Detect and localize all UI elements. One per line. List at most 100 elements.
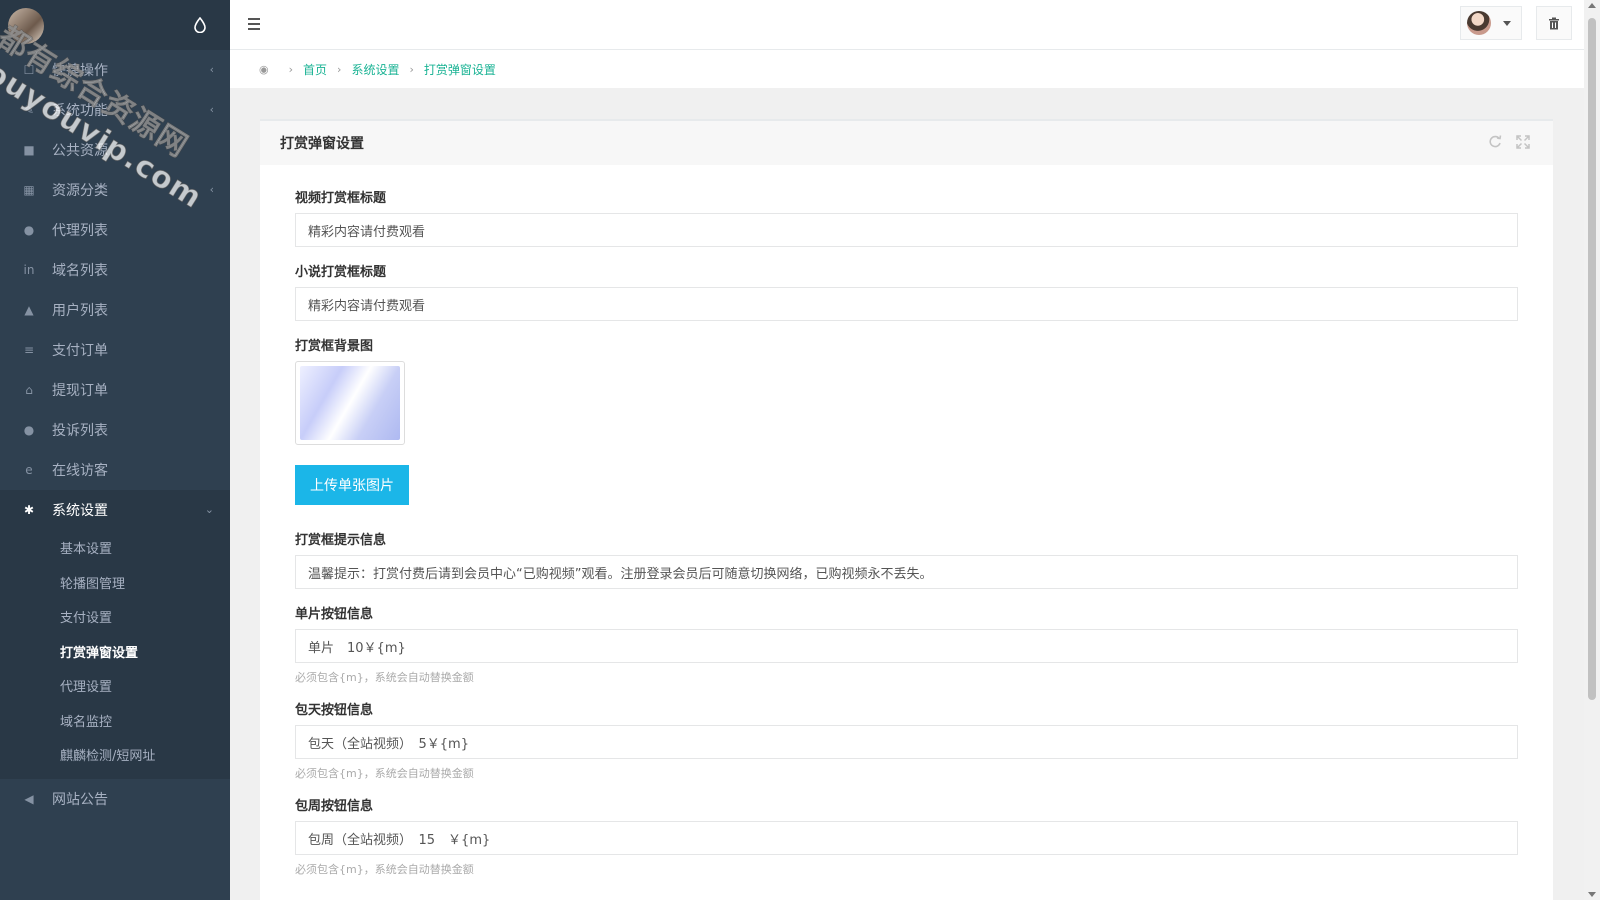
- sidebar-item-label: 代理列表: [52, 223, 108, 239]
- tint-icon[interactable]: [193, 17, 207, 33]
- sidebar-item-agents[interactable]: ● 代理列表: [0, 210, 230, 250]
- clear-cache-button[interactable]: [1536, 6, 1572, 40]
- top-navbar: [230, 0, 1584, 50]
- page-scrollbar[interactable]: [1584, 0, 1600, 900]
- sidebar-item-complaints[interactable]: ● 投诉列表: [0, 410, 230, 450]
- bg-image-picture: [300, 366, 400, 440]
- form-group-bg-image: 打赏框背景图 上传单张图片: [295, 335, 1518, 505]
- trash-icon: [1549, 17, 1559, 29]
- wrench-icon: ✎: [23, 103, 35, 117]
- subnav-item-payment-settings[interactable]: 支付设置: [0, 602, 230, 637]
- sidebar-item-payment-orders[interactable]: ≡ 支付订单: [0, 330, 230, 370]
- single-help-text: 必须包含{m}，系统会自动替换金额: [295, 671, 474, 684]
- sidebar-item-resource-categories[interactable]: ▦ 资源分类 ‹: [0, 170, 230, 210]
- daily-input[interactable]: 包天（全站视频） 5￥{m}: [295, 725, 1518, 759]
- breadcrumb-separator-icon: ›: [288, 62, 294, 76]
- video-camera-icon: ■: [23, 143, 35, 157]
- avatar: [1467, 11, 1491, 35]
- sidebar-item-label: 投诉列表: [52, 423, 108, 439]
- sidebar-item-announcements[interactable]: ◀ 网站公告: [0, 779, 230, 819]
- panel-header: 打赏弹窗设置: [260, 121, 1553, 165]
- shortcut-icon: ☐: [23, 63, 35, 77]
- subnav-item-agent-settings[interactable]: 代理设置: [0, 671, 230, 706]
- sidebar-item-label: 域名列表: [52, 263, 108, 279]
- form-group-novel-title: 小说打赏框标题 精彩内容请付费观看: [295, 261, 1518, 321]
- chevron-down-icon: ⌄: [204, 503, 214, 516]
- panel-tools: [1487, 134, 1531, 150]
- scroll-down-arrow-icon[interactable]: [1588, 892, 1596, 897]
- form-group-weekly: 包周按钮信息 包周（全站视频） 15 ￥{m} 必须包含{m}，系统会自动替换金…: [295, 795, 1518, 877]
- sidebar-nav: ☐ 快捷操作 ‹ ✎ 系统功能 ‹ ■ 公共资源 ▦ 资源分类 ‹ ● 代理列表…: [0, 50, 230, 530]
- single-input[interactable]: 单片 10￥{m}: [295, 629, 1518, 663]
- sidebar-item-label: 用户列表: [52, 303, 108, 319]
- breadcrumb: ◉ › 首页 › 系统设置 › 打赏弹窗设置: [230, 50, 1584, 88]
- form-group-daily: 包天按钮信息 包天（全站视频） 5￥{m} 必须包含{m}，系统会自动替换金额: [295, 699, 1518, 781]
- sidebar-item-label: 支付订单: [52, 343, 108, 359]
- scroll-up-arrow-icon[interactable]: [1588, 3, 1596, 8]
- bg-image-thumbnail[interactable]: [295, 361, 405, 445]
- subnav-item-carousel[interactable]: 轮播图管理: [0, 568, 230, 603]
- chevron-left-icon: ‹: [209, 63, 214, 76]
- video-title-input[interactable]: 精彩内容请付费观看: [295, 213, 1518, 247]
- form-group-tip: 打赏框提示信息 温馨提示：打赏付费后请到会员中心“已购视频”观看。注册登录会员后…: [295, 529, 1518, 589]
- bg-image-label: 打赏框背景图: [295, 339, 374, 354]
- sidebar-item-domains[interactable]: in 域名列表: [0, 250, 230, 290]
- logo-avatar[interactable]: [8, 8, 44, 44]
- scrollbar-thumb[interactable]: [1588, 18, 1596, 700]
- novel-title-label: 小说打赏框标题: [295, 265, 387, 280]
- weekly-input[interactable]: 包周（全站视频） 15 ￥{m}: [295, 821, 1518, 855]
- single-label: 单片按钮信息: [295, 607, 374, 622]
- sidebar-item-public-resources[interactable]: ■ 公共资源: [0, 130, 230, 170]
- caret-down-icon: [1503, 20, 1511, 26]
- info-circle-icon: ●: [23, 423, 35, 437]
- subnav-item-qilin-shortlink[interactable]: 麒麟检测/短网址: [0, 740, 230, 775]
- daily-label: 包天按钮信息: [295, 703, 374, 718]
- chevron-left-icon: ‹: [209, 103, 214, 116]
- sidebar-item-label: 在线访客: [52, 463, 108, 479]
- grid-icon: ▦: [23, 183, 35, 197]
- form-group-single: 单片按钮信息 单片 10￥{m} 必须包含{m}，系统会自动替换金额: [295, 603, 1518, 685]
- bank-icon: ⌂: [25, 383, 33, 397]
- map-marker-icon: ◉: [259, 62, 269, 76]
- breadcrumb-home-link[interactable]: 首页: [303, 61, 327, 78]
- sidebar-header: [0, 0, 230, 50]
- sidebar: ☐ 快捷操作 ‹ ✎ 系统功能 ‹ ■ 公共资源 ▦ 资源分类 ‹ ● 代理列表…: [0, 0, 230, 900]
- hamburger-menu-icon[interactable]: [248, 18, 260, 30]
- sidebar-item-system-functions[interactable]: ✎ 系统功能 ‹: [0, 90, 230, 130]
- sidebar-item-label: 资源分类: [52, 183, 108, 199]
- sidebar-item-withdraw-orders[interactable]: ⌂ 提现订单: [0, 370, 230, 410]
- user-menu-dropdown[interactable]: [1460, 6, 1522, 40]
- form-group-video-title: 视频打赏框标题 精彩内容请付费观看: [295, 187, 1518, 247]
- novel-title-input[interactable]: 精彩内容请付费观看: [295, 287, 1518, 321]
- sidebar-item-label: 公共资源: [52, 143, 108, 159]
- subnav-item-reward-popup[interactable]: 打赏弹窗设置: [0, 637, 230, 672]
- panel-title: 打赏弹窗设置: [280, 136, 364, 152]
- chevron-left-icon: ‹: [209, 183, 214, 196]
- reward-popup-form: 视频打赏框标题 精彩内容请付费观看 小说打赏框标题 精彩内容请付费观看 打赏框背…: [260, 165, 1553, 877]
- breadcrumb-current-link[interactable]: 打赏弹窗设置: [424, 61, 496, 78]
- sidebar-item-system-settings[interactable]: ✱ 系统设置 ⌄: [0, 490, 230, 530]
- subnav-item-domain-monitor[interactable]: 域名监控: [0, 706, 230, 741]
- tip-label: 打赏框提示信息: [295, 533, 387, 548]
- daily-help-text: 必须包含{m}，系统会自动替换金额: [295, 767, 474, 780]
- sidebar-item-label: 网站公告: [52, 791, 108, 808]
- refresh-icon[interactable]: [1487, 134, 1503, 150]
- video-title-label: 视频打赏框标题: [295, 191, 387, 206]
- sidebar-item-label: 系统功能: [52, 103, 108, 119]
- tip-input[interactable]: 温馨提示：打赏付费后请到会员中心“已购视频”观看。注册登录会员后可随意切换网络，…: [295, 555, 1518, 589]
- subnav-item-basic-settings[interactable]: 基本设置: [0, 533, 230, 568]
- user-icon: ▲: [24, 303, 34, 317]
- sidebar-item-users[interactable]: ▲ 用户列表: [0, 290, 230, 330]
- sidebar-item-label: 快捷操作: [52, 63, 108, 79]
- sidebar-item-online-visitors[interactable]: e 在线访客: [0, 450, 230, 490]
- breadcrumb-section-link[interactable]: 系统设置: [351, 61, 399, 78]
- sidebar-item-label: 提现订单: [52, 383, 108, 399]
- bullhorn-icon: ◀: [24, 791, 34, 806]
- sidebar-item-shortcuts[interactable]: ☐ 快捷操作 ‹: [0, 50, 230, 90]
- database-icon: ≡: [23, 343, 35, 357]
- fullscreen-icon[interactable]: [1515, 134, 1531, 150]
- upload-image-button[interactable]: 上传单张图片: [295, 465, 409, 505]
- gear-icon: ✱: [23, 503, 35, 517]
- sidebar-nav-bottom: ◀ 网站公告: [0, 779, 230, 819]
- settings-panel: 打赏弹窗设置 视频打赏框标题 精彩内容请付费观看 小说打赏框标题 精彩内容请付费…: [260, 119, 1553, 900]
